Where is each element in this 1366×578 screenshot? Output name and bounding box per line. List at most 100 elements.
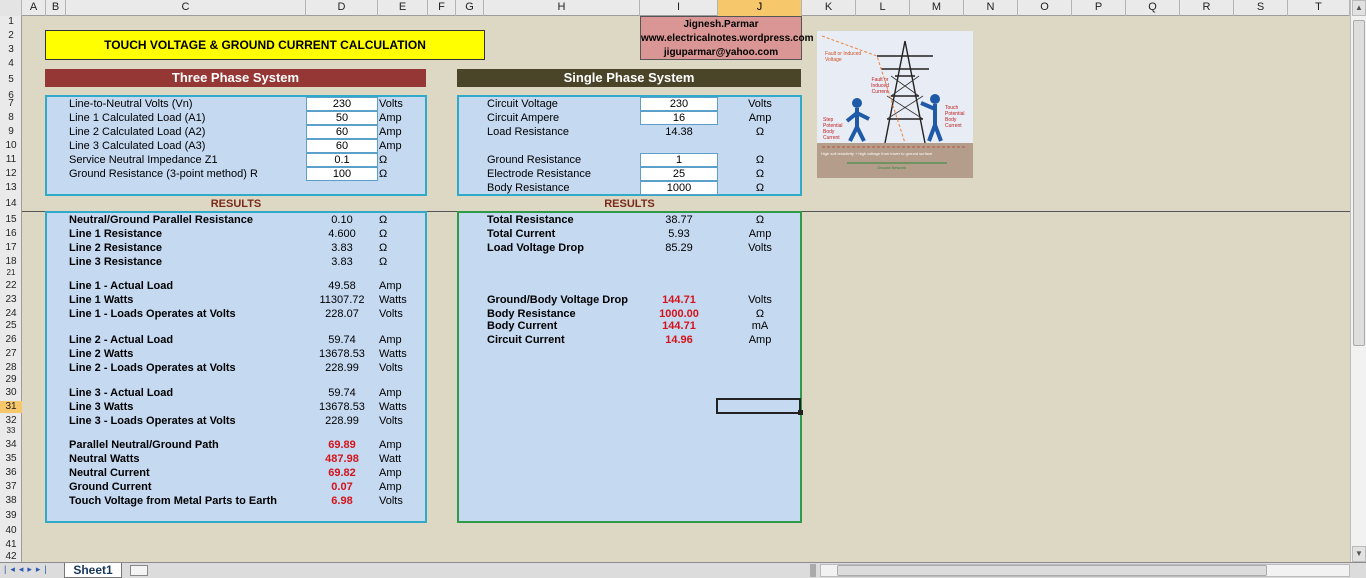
sheet-tab-sheet1[interactable]: Sheet1: [64, 563, 122, 578]
circuit-voltage-input[interactable]: 230: [640, 97, 718, 111]
row-header[interactable]: 8: [0, 112, 22, 124]
author-site[interactable]: www.electricalnotes.wordpress.com: [641, 32, 813, 45]
row-header[interactable]: 38: [0, 495, 22, 507]
result-label: Line 2 Watts: [69, 348, 134, 360]
column-header[interactable]: H: [484, 0, 640, 16]
row-header[interactable]: 13: [0, 182, 22, 194]
column-header[interactable]: B: [46, 0, 66, 16]
horizontal-scroll-thumb[interactable]: [837, 565, 1267, 576]
row-header[interactable]: 36: [0, 467, 22, 479]
fill-handle[interactable]: [798, 410, 803, 415]
row-header[interactable]: 27: [0, 348, 22, 360]
result-unit: Watts: [379, 401, 407, 413]
row-header[interactable]: 25: [0, 320, 22, 332]
result-label: Line 1 Watts: [69, 294, 134, 306]
column-header[interactable]: L: [856, 0, 910, 16]
input-unit: Ω: [755, 126, 765, 138]
row-header-selected[interactable]: 31: [0, 401, 22, 413]
result-value: 59.74: [328, 387, 356, 399]
sheet-nav-icons[interactable]: |◂◂▸▸|: [4, 564, 64, 578]
line2-load-input[interactable]: 60: [306, 125, 378, 139]
column-header[interactable]: G: [456, 0, 484, 16]
result-unit: Ω: [379, 214, 388, 226]
column-header[interactable]: M: [910, 0, 964, 16]
row-header[interactable]: 21: [0, 268, 22, 277]
column-header[interactable]: S: [1234, 0, 1288, 16]
line1-load-input[interactable]: 50: [306, 111, 378, 125]
row-header[interactable]: 7: [0, 98, 22, 110]
scroll-up-icon[interactable]: ▲: [1352, 0, 1366, 16]
row-header[interactable]: 34: [0, 439, 22, 451]
author-email[interactable]: jiguparmar@yahoo.com: [641, 46, 801, 59]
result-label: Ground/Body Voltage Drop: [487, 294, 628, 306]
column-header[interactable]: I: [640, 0, 718, 16]
column-header[interactable]: N: [964, 0, 1018, 16]
circuit-ampere-input[interactable]: 16: [640, 111, 718, 125]
row-header[interactable]: 11: [0, 154, 22, 166]
result-value: 14.96: [665, 334, 693, 346]
column-header[interactable]: P: [1072, 0, 1126, 16]
row-header[interactable]: 18: [0, 256, 22, 268]
column-header[interactable]: Q: [1126, 0, 1180, 16]
row-header[interactable]: 41: [0, 539, 22, 551]
result-unit: Ω: [379, 242, 388, 254]
row-header[interactable]: 33: [0, 426, 22, 435]
result-label: Line 2 Resistance: [69, 242, 162, 254]
row-header[interactable]: 29: [0, 374, 22, 386]
column-header[interactable]: R: [1180, 0, 1234, 16]
input-unit: Ω: [379, 154, 388, 166]
column-header[interactable]: C: [66, 0, 306, 16]
tab-split-handle[interactable]: [810, 564, 816, 577]
vertical-scrollbar[interactable]: ▲ ▼: [1350, 0, 1366, 562]
ground-resistance-input[interactable]: 100: [306, 167, 378, 181]
row-header[interactable]: 16: [0, 228, 22, 240]
column-header[interactable]: E: [378, 0, 428, 16]
column-header[interactable]: A: [22, 0, 46, 16]
row-header[interactable]: 40: [0, 525, 22, 537]
result-unit: Watt: [379, 453, 402, 465]
row-header[interactable]: 1: [0, 16, 22, 28]
row-header[interactable]: 30: [0, 387, 22, 399]
horizontal-scrollbar[interactable]: [820, 564, 1350, 577]
volts-input[interactable]: 230: [306, 97, 378, 111]
row-header[interactable]: 24: [0, 308, 22, 320]
column-header[interactable]: D: [306, 0, 378, 16]
row-header[interactable]: 9: [0, 126, 22, 138]
row-header[interactable]: 5: [0, 74, 22, 86]
scroll-thumb[interactable]: [1353, 20, 1365, 346]
insert-sheet-icon[interactable]: [130, 565, 148, 576]
row-header[interactable]: 3: [0, 44, 22, 56]
column-header-selected[interactable]: J: [718, 0, 802, 16]
result-value: 6.98: [331, 495, 353, 507]
row-header[interactable]: 14: [0, 198, 22, 210]
ground-resistance-input[interactable]: 1: [640, 153, 718, 167]
row-header[interactable]: 28: [0, 362, 22, 374]
active-cell[interactable]: [716, 398, 801, 414]
row-header[interactable]: 37: [0, 481, 22, 493]
input-unit: Amp: [379, 140, 402, 152]
line3-load-input[interactable]: 60: [306, 139, 378, 153]
column-header[interactable]: K: [802, 0, 856, 16]
row-header[interactable]: 15: [0, 214, 22, 226]
select-all-corner[interactable]: [0, 0, 22, 16]
body-resistance-input[interactable]: 1000: [640, 181, 718, 195]
row-header[interactable]: 23: [0, 294, 22, 306]
result-label: Ground Current: [69, 481, 152, 493]
author-box: Jignesh.Parmar www.electricalnotes.wordp…: [640, 16, 813, 60]
row-header[interactable]: 26: [0, 334, 22, 346]
column-header[interactable]: T: [1288, 0, 1350, 16]
row-header[interactable]: 39: [0, 510, 22, 522]
neutral-impedance-input[interactable]: 0.1: [306, 153, 378, 167]
electrode-resistance-input[interactable]: 25: [640, 167, 718, 181]
row-header[interactable]: 12: [0, 168, 22, 180]
illustration-label: Step Potential Body Current: [823, 117, 843, 141]
row-header[interactable]: 10: [0, 140, 22, 152]
row-header[interactable]: 22: [0, 280, 22, 292]
row-header[interactable]: 2: [0, 30, 22, 42]
row-header[interactable]: 4: [0, 58, 22, 70]
column-header[interactable]: F: [428, 0, 456, 16]
column-header[interactable]: O: [1018, 0, 1072, 16]
row-header[interactable]: 17: [0, 242, 22, 254]
row-header[interactable]: 35: [0, 453, 22, 465]
scroll-down-icon[interactable]: ▼: [1352, 546, 1366, 562]
